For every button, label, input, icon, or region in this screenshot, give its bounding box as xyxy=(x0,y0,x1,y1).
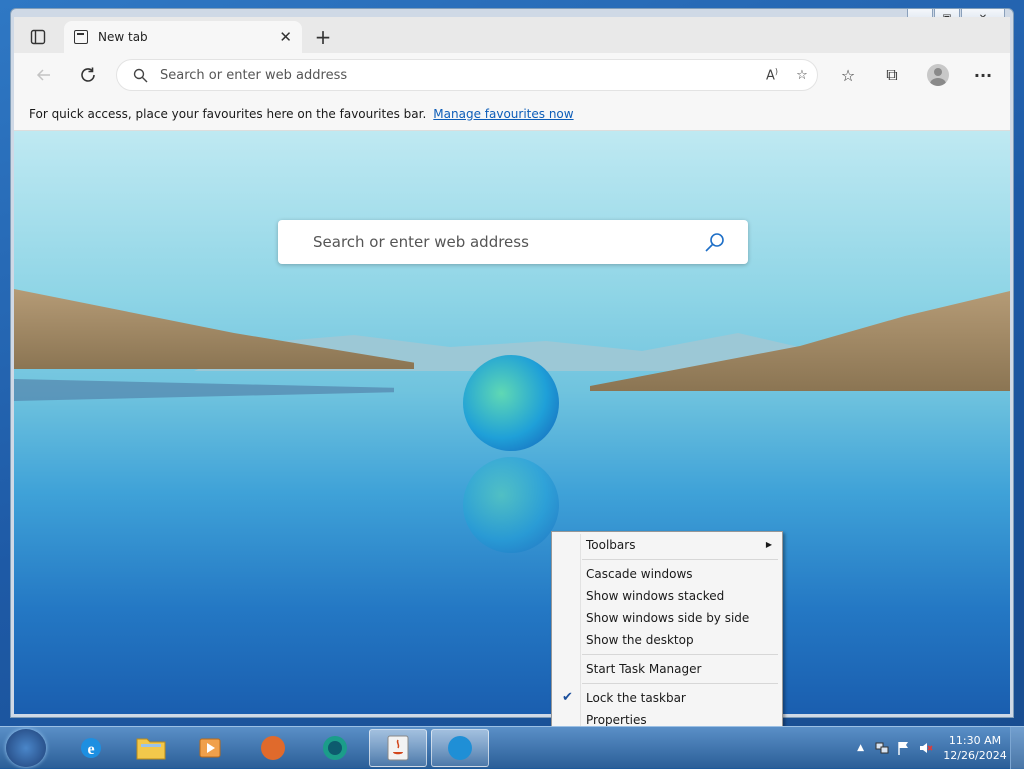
volume-muted-icon[interactable] xyxy=(918,740,934,756)
taskbar-java[interactable] xyxy=(369,729,427,767)
favourites-icon: ☆ xyxy=(840,65,856,85)
clock[interactable]: 11:30 AM 12/26/2024 xyxy=(940,733,1010,763)
show-hidden-icons-button[interactable]: ▲ xyxy=(857,743,864,753)
menu-item-toolbars[interactable]: Toolbars ▶ xyxy=(554,534,780,556)
taskbar-app-green[interactable] xyxy=(306,729,364,767)
menu-item-label: Properties xyxy=(586,713,647,727)
edge-logo-placeholder xyxy=(463,355,559,451)
taskbar-media-player[interactable] xyxy=(182,729,240,767)
toolbar: Search or enter web address A) ☆ ☆ ⧉ ··· xyxy=(14,53,1010,97)
taskbar-edge[interactable] xyxy=(431,729,489,767)
background-hill-left xyxy=(14,289,414,369)
taskbar-internet-explorer[interactable]: e xyxy=(62,729,120,767)
favourites-bar-text: For quick access, place your favourites … xyxy=(29,106,427,121)
collections-button[interactable]: ⧉ xyxy=(878,61,906,89)
taskbar-file-explorer[interactable] xyxy=(122,729,180,767)
search-icon xyxy=(133,68,148,82)
more-icon: ··· xyxy=(973,65,993,85)
folder-icon xyxy=(136,738,166,760)
refresh-button[interactable] xyxy=(74,61,102,89)
background-shore xyxy=(14,379,394,401)
search-icon[interactable] xyxy=(704,231,726,253)
browser-chrome: New tab ✕ + Search or enter web address … xyxy=(14,17,1010,131)
edge-icon-placeholder xyxy=(448,736,472,760)
menu-separator xyxy=(582,654,778,655)
show-desktop-button[interactable] xyxy=(1010,727,1024,769)
tab-strip: New tab ✕ + xyxy=(14,17,1010,53)
taskbar-firefox[interactable] xyxy=(244,729,302,767)
new-tab-page: Search or enter web address xyxy=(14,131,1010,714)
read-aloud-icon[interactable]: A) xyxy=(757,67,787,83)
menu-item-show-windows-stacked[interactable]: Show windows stacked xyxy=(554,585,780,607)
back-arrow-icon xyxy=(36,69,50,81)
clock-date: 12/26/2024 xyxy=(943,749,1007,762)
menu-separator xyxy=(582,683,778,684)
menu-separator xyxy=(582,559,778,560)
add-favourite-icon[interactable]: ☆ xyxy=(787,68,817,83)
system-tray: ▲ 11:30 AM 12/26/2024 xyxy=(857,727,1024,769)
network-icon[interactable] xyxy=(874,740,890,756)
menu-item-label: Lock the taskbar xyxy=(586,691,686,705)
menu-item-label: Show windows side by side xyxy=(586,611,750,625)
new-tab-icon xyxy=(74,30,88,44)
menu-item-label: Show windows stacked xyxy=(586,589,725,603)
java-icon xyxy=(387,735,409,761)
taskbar[interactable]: e ▲ 11:30 AM 12/26/2024 xyxy=(0,726,1024,769)
menu-item-label: Cascade windows xyxy=(586,567,693,581)
refresh-icon xyxy=(81,67,95,82)
tab-new-tab[interactable]: New tab ✕ xyxy=(64,21,302,53)
menu-item-label: Toolbars xyxy=(586,538,636,552)
settings-more-button[interactable]: ··· xyxy=(969,61,997,89)
back-button[interactable] xyxy=(30,61,58,89)
tab-actions-icon xyxy=(30,29,46,45)
menu-item-show-windows-side-by-side[interactable]: Show windows side by side xyxy=(554,607,780,629)
menu-item-lock-the-taskbar[interactable]: ✔ Lock the taskbar xyxy=(554,687,780,709)
checkmark-icon: ✔ xyxy=(562,690,573,705)
close-tab-icon[interactable]: ✕ xyxy=(279,28,292,46)
menu-item-show-the-desktop[interactable]: Show the desktop xyxy=(554,629,780,651)
internet-explorer-icon: e xyxy=(81,738,101,758)
menu-item-start-task-manager[interactable]: Start Task Manager xyxy=(554,658,780,680)
address-bar[interactable]: Search or enter web address A) ☆ xyxy=(116,59,818,91)
taskbar-context-menu: Toolbars ▶ Cascade windows Show windows s… xyxy=(551,531,783,735)
menu-item-cascade-windows[interactable]: Cascade windows xyxy=(554,563,780,585)
page-search-placeholder: Search or enter web address xyxy=(313,233,529,251)
tab-actions-button[interactable] xyxy=(20,23,56,51)
page-search-box[interactable]: Search or enter web address xyxy=(278,220,748,264)
edge-logo-reflection-placeholder xyxy=(463,457,559,553)
firefox-icon-placeholder xyxy=(261,736,285,760)
background-hill-right xyxy=(590,291,1010,391)
start-button[interactable] xyxy=(6,729,46,767)
favourites-bar: For quick access, place your favourites … xyxy=(14,97,1010,131)
menu-item-label: Show the desktop xyxy=(586,633,694,647)
submenu-arrow-icon: ▶ xyxy=(765,540,772,549)
collections-icon: ⧉ xyxy=(886,65,898,84)
avatar xyxy=(927,64,949,86)
teal-app-icon xyxy=(323,736,347,760)
menu-item-label: Start Task Manager xyxy=(586,662,702,676)
clock-time: 11:30 AM xyxy=(948,734,1002,747)
svg-text:e: e xyxy=(87,741,94,758)
address-placeholder: Search or enter web address xyxy=(160,67,348,83)
action-center-flag-icon[interactable] xyxy=(896,740,912,756)
new-tab-button[interactable]: + xyxy=(310,25,336,49)
browser-window: ▁ ▣ ✕ New tab ✕ + Search or ent xyxy=(10,8,1014,718)
profile-button[interactable] xyxy=(924,61,952,89)
media-player-icon xyxy=(199,738,221,758)
favourites-button[interactable]: ☆ xyxy=(834,61,862,89)
manage-favourites-link[interactable]: Manage favourites now xyxy=(433,107,573,121)
tab-title: New tab xyxy=(98,30,148,44)
